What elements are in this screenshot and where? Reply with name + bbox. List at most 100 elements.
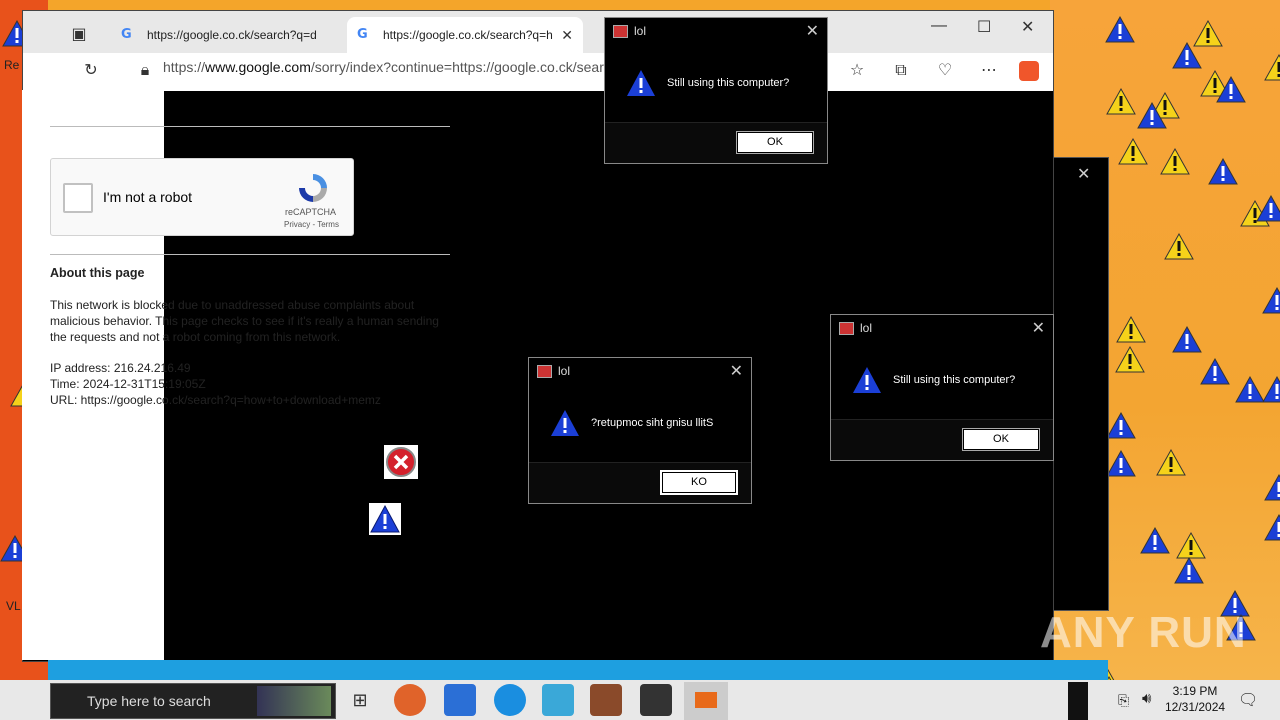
divider	[50, 254, 450, 255]
captcha-brand: reCAPTCHA	[285, 207, 337, 217]
about-heading: About this page	[50, 266, 145, 280]
warning-blue-icon	[1137, 102, 1167, 129]
clock[interactable]: 3:19 PM 12/31/2024	[1165, 683, 1225, 715]
app-icon[interactable]	[590, 684, 622, 716]
google-icon: G	[121, 27, 132, 42]
clock-time: 3:19 PM	[1172, 684, 1218, 698]
tab-2[interactable]: G https://google.co.ck/search?q=h ✕	[347, 17, 583, 53]
notifications-icon[interactable]: 🗨︎	[1238, 690, 1258, 710]
search-box[interactable]: Type here to search	[50, 683, 336, 719]
warning-blue-icon	[853, 367, 881, 393]
volume-icon[interactable]: 🔊︎	[1142, 690, 1151, 707]
recaptcha-box: I'm not a robot reCAPTCHA Privacy - Term…	[50, 158, 354, 236]
browser-essentials-icon[interactable]: ♡	[935, 61, 955, 81]
search-highlight-image	[257, 686, 331, 716]
warning-blue-icon	[1256, 195, 1280, 222]
tab-label: https://google.co.ck/search?q=d	[147, 28, 317, 42]
dialog-message: Still using this computer?	[667, 77, 790, 89]
warning-blue-icon	[1235, 376, 1265, 403]
message-dialog: lol ✕ Still using this computer? OK	[830, 314, 1054, 461]
file-explorer-icon[interactable]	[444, 684, 476, 716]
warning-yellow-icon	[1176, 532, 1206, 559]
warning-blue-icon	[551, 410, 579, 436]
background-window: ✕	[1046, 157, 1109, 611]
warning-blue-icon	[1105, 16, 1135, 43]
warning-blue-icon	[369, 503, 401, 535]
close-window-icon[interactable]: ✕	[1021, 17, 1034, 37]
captcha-links[interactable]: Privacy - Terms	[284, 220, 339, 229]
warning-yellow-icon	[1118, 138, 1148, 165]
warning-blue-icon	[1174, 557, 1204, 584]
close-icon[interactable]: ✕	[806, 21, 819, 41]
collections-icon[interactable]: ⧉	[891, 61, 911, 81]
dialog-message: Still using this computer?	[893, 374, 1016, 386]
blocked-url: URL: https://google.co.ck/search?q=how+t…	[50, 393, 381, 407]
warning-yellow-icon	[1106, 88, 1136, 115]
copilot-icon[interactable]	[1019, 61, 1039, 81]
warning-blue-icon	[1106, 450, 1136, 477]
app-icon[interactable]	[542, 684, 574, 716]
warning-yellow-icon	[1115, 346, 1145, 373]
app-icon[interactable]	[640, 684, 672, 716]
search-placeholder: Type here to search	[87, 693, 211, 709]
active-app-icon[interactable]	[684, 682, 728, 720]
recaptcha-logo-icon	[299, 174, 327, 202]
warning-yellow-icon	[1116, 316, 1146, 343]
app-icon	[839, 321, 854, 335]
tab-1[interactable]: G https://google.co.ck/search?q=d	[111, 17, 343, 53]
lock-icon[interactable]: 🔒︎	[135, 61, 155, 81]
watermark: ANY RUN	[1040, 608, 1247, 657]
ok-button[interactable]: OK	[736, 131, 814, 154]
captcha-label: I'm not a robot	[103, 189, 193, 205]
tab-bar: ▣ G https://google.co.ck/search?q=d G ht…	[23, 11, 1053, 53]
dialog-message: ?retupmoc siht gnisu llitS	[591, 417, 714, 429]
warning-blue-icon	[1172, 326, 1202, 353]
warning-blue-icon	[1106, 412, 1136, 439]
message-dialog: lol ✕ Still using this computer? OK	[604, 17, 828, 164]
app-icon	[613, 24, 628, 38]
tab-actions-icon[interactable]: ▣	[69, 25, 89, 45]
firefox-icon[interactable]	[494, 684, 526, 716]
warning-yellow-icon	[1156, 449, 1186, 476]
maximize-icon[interactable]: ☐	[977, 17, 991, 37]
close-icon[interactable]: ✕	[1077, 164, 1090, 184]
close-icon[interactable]: ✕	[730, 361, 743, 381]
close-icon[interactable]: ✕	[1032, 318, 1045, 338]
message-dialog: lol ✕ ?retupmoc siht gnisu llitS KO	[528, 357, 752, 504]
divider	[50, 126, 450, 127]
minimize-icon[interactable]: —	[931, 17, 947, 35]
warning-blue-icon	[1262, 287, 1280, 314]
captcha-checkbox[interactable]	[63, 183, 93, 213]
ip-address: IP address: 216.24.216.49	[50, 361, 191, 375]
warning-blue-icon	[1264, 474, 1280, 501]
warning-blue-icon	[627, 70, 655, 96]
url-field[interactable]: https://www.google.com/sorry/index?conti…	[163, 59, 604, 75]
task-view-icon[interactable]: ⊞	[344, 684, 376, 716]
clock-date: 12/31/2024	[1165, 700, 1226, 714]
favorites-icon[interactable]: ☆	[847, 61, 867, 81]
warning-yellow-icon	[1160, 148, 1190, 175]
dialog-title: lol	[860, 321, 873, 335]
google-icon: G	[357, 27, 368, 42]
warning-yellow-icon	[1164, 233, 1194, 260]
desktop-label: VL	[6, 599, 21, 613]
edge-icon[interactable]	[394, 684, 426, 716]
desktop-label: Re	[4, 58, 20, 72]
timestamp: Time: 2024-12-31T15:19:05Z	[50, 377, 206, 391]
warning-blue-icon	[1200, 358, 1230, 385]
more-options-icon[interactable]: ⋯	[979, 61, 999, 81]
warning-blue-icon	[1208, 158, 1238, 185]
network-icon[interactable]: ⎘	[1118, 692, 1129, 709]
warning-blue-icon	[1140, 527, 1170, 554]
app-icon[interactable]	[1068, 682, 1088, 720]
reload-icon[interactable]: ↻	[81, 61, 101, 81]
ok-button[interactable]: OK	[962, 428, 1040, 451]
dialog-title: lol	[634, 24, 647, 38]
warning-blue-icon	[1216, 76, 1246, 103]
close-tab-icon[interactable]: ✕	[561, 27, 573, 44]
error-icon	[384, 445, 418, 479]
warning-blue-icon	[1262, 376, 1280, 403]
tab-label: https://google.co.ck/search?q=h	[383, 28, 553, 42]
ko-button[interactable]: KO	[660, 470, 738, 495]
about-text: This network is blocked due to unaddress…	[50, 298, 439, 344]
